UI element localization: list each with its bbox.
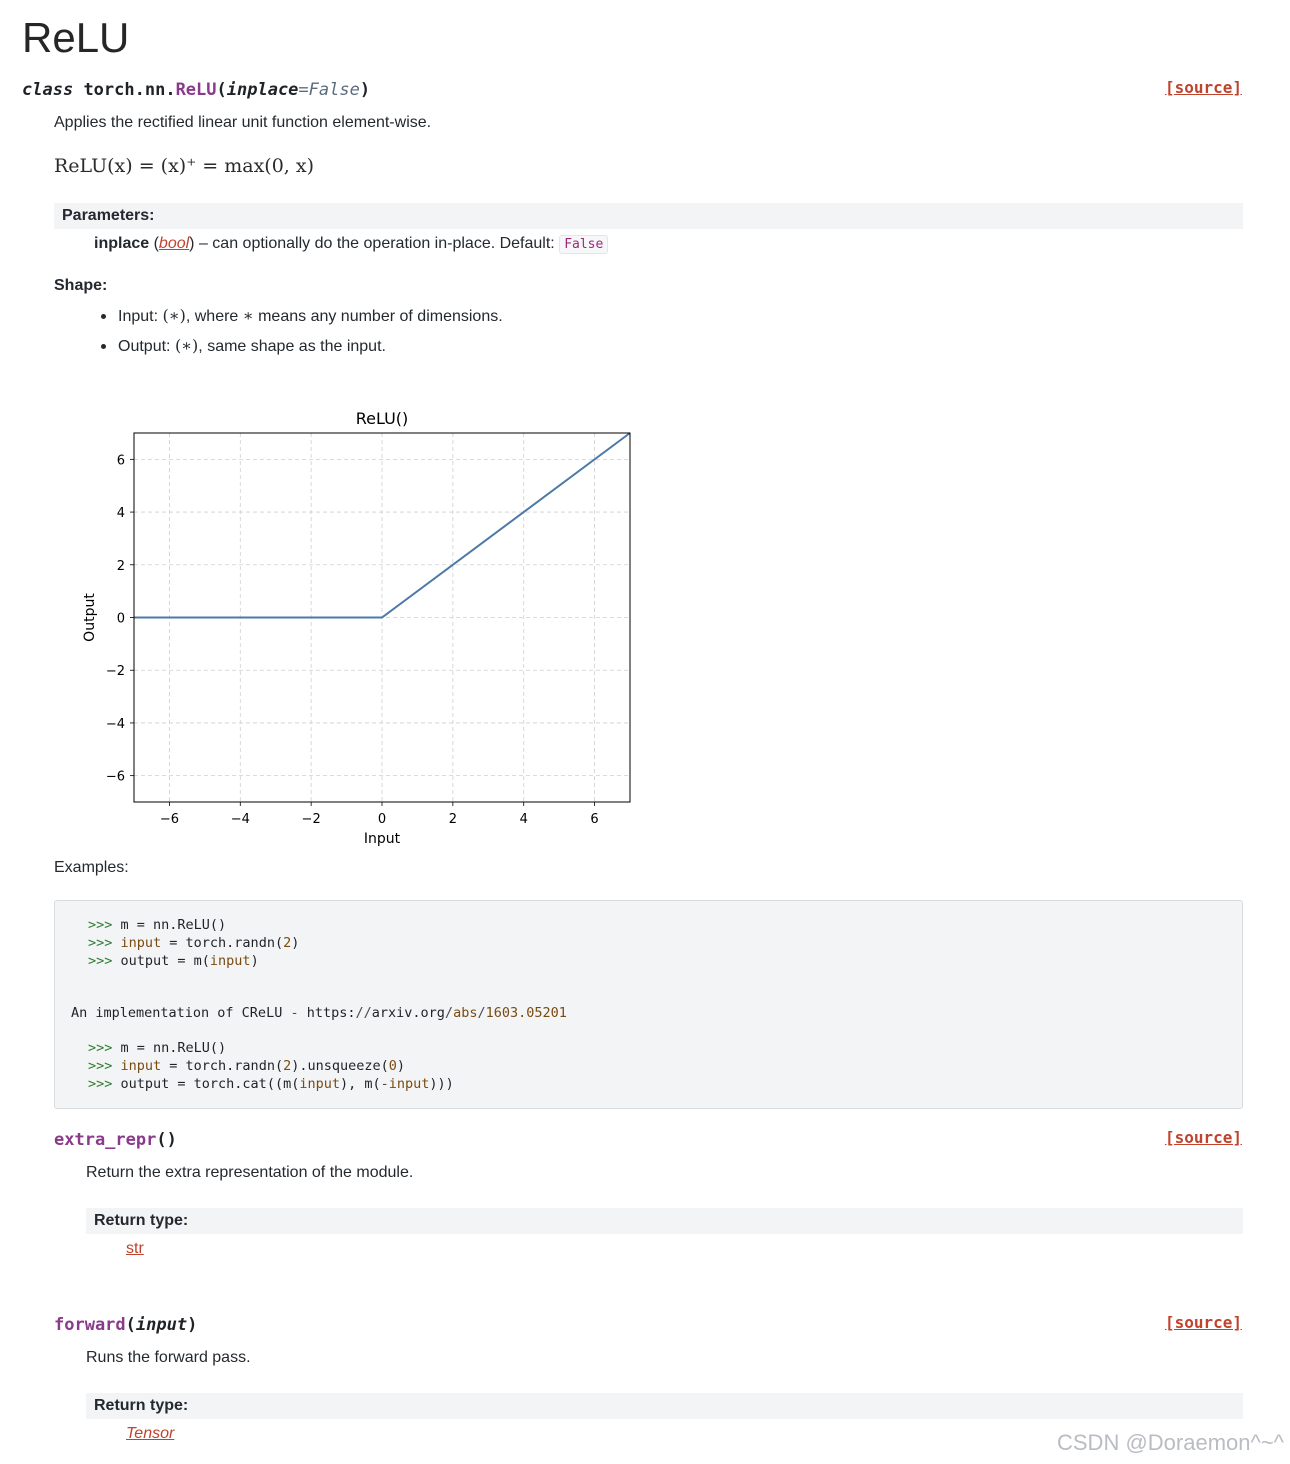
module-path: torch.nn.: [83, 80, 176, 100]
type-paren-close: ): [189, 235, 195, 252]
x-tick-label: 0: [378, 812, 386, 827]
y-tick-label: −2: [106, 664, 125, 679]
watermark-text: CSDN @Doraemon^~^: [1057, 1430, 1284, 1455]
y-tick-label: 0: [117, 612, 125, 627]
example-code-block: >>> m = nn.ReLU() >>> input = torch.randn…: [54, 900, 1243, 1109]
class-description: Applies the rectified linear unit functi…: [54, 114, 432, 131]
y-tick-label: 2: [117, 559, 125, 574]
x-axis-label: Input: [364, 831, 401, 847]
shape-item-input: Input: (∗), where ∗ means any number of …: [118, 306, 503, 326]
param-name: inplace: [94, 235, 150, 252]
param-default: False: [308, 80, 360, 100]
creLU-note: An implementation of CReLU - https://arx…: [71, 1005, 567, 1021]
y-tick-label: −4: [106, 717, 125, 732]
code-snippet-1: >>> m = nn.ReLU() >>> input = torch.randn…: [88, 916, 299, 970]
equals-sign: =: [298, 80, 309, 100]
class-signature: class torch.nn.ReLU(inplace=False): [22, 80, 370, 100]
return-type-link[interactable]: Tensor: [126, 1425, 174, 1443]
bullet: [101, 344, 106, 349]
x-tick-label: 4: [520, 812, 528, 827]
method-name: forward: [54, 1315, 126, 1335]
shape-item-output: Output: (∗), same shape as the input.: [118, 336, 386, 356]
shape-input-math: (∗): [162, 306, 186, 325]
source-link[interactable]: [source]: [1165, 1128, 1242, 1147]
source-link[interactable]: [source]: [1165, 78, 1242, 97]
class-keyword: class: [22, 80, 74, 100]
x-tick-label: −4: [231, 812, 250, 827]
code-line: >>> m = nn.ReLU(): [88, 917, 227, 933]
code-line: >>> output = m(input): [88, 953, 259, 969]
y-tick-label: −6: [106, 770, 125, 785]
x-tick-label: −2: [302, 812, 321, 827]
method-description: Runs the forward pass.: [86, 1349, 251, 1366]
y-tick-label: 6: [117, 453, 125, 468]
method-parens: (): [156, 1130, 177, 1150]
page-title: ReLU: [22, 14, 130, 61]
shape-input-rest: , where: [185, 308, 239, 325]
shape-heading: Shape:: [54, 277, 108, 294]
y-axis-label: Output: [82, 593, 98, 642]
parameters-heading: Parameters:: [54, 203, 1243, 229]
method-description: Return the extra representation of the m…: [86, 1164, 414, 1181]
source-link[interactable]: [source]: [1165, 1313, 1242, 1332]
shape-output-rest: , same shape as the input.: [198, 338, 386, 355]
code-line: >>> output = torch.cat((m(input), m(-inp…: [88, 1076, 454, 1092]
x-tick-label: 6: [590, 812, 598, 827]
relu-chart: −6 −4 −2 0 2 4 6 −6 −4 −2 0 2 4 6 ReLU() Input Output: [82, 409, 631, 847]
method-param: input: [135, 1315, 188, 1335]
param-inplace: inplace: [226, 80, 299, 100]
relu-formula: ReLU(x) = (x)⁺ = max(0, x): [54, 155, 315, 177]
shape-input-label: Input:: [118, 308, 159, 325]
code-snippet-2: >>> m = nn.ReLU() >>> input = torch.randn…: [88, 1039, 454, 1093]
class-name: ReLU: [175, 80, 217, 100]
paren-open: (: [216, 80, 227, 100]
shape-input-tail: means any number of dimensions.: [258, 308, 503, 325]
examples-heading: Examples:: [54, 859, 129, 876]
method-name: extra_repr: [54, 1130, 157, 1150]
shape-input-star: ∗: [242, 306, 254, 325]
paren-close: ): [359, 80, 371, 100]
param-description: – can optionally do the operation in-pla…: [198, 235, 555, 252]
chart-title: ReLU(): [356, 409, 409, 428]
shape-output-label: Output:: [118, 338, 171, 355]
return-type-heading: Return type:: [86, 1208, 1243, 1234]
code-line: >>> m = nn.ReLU(): [88, 1040, 227, 1056]
y-tick-label: 4: [117, 506, 125, 521]
x-tick-label: 2: [449, 812, 457, 827]
parameter-inplace: inplace (bool) – can optionally do the o…: [94, 235, 609, 254]
method-paren-close: ): [187, 1315, 198, 1335]
return-type-heading: Return type:: [86, 1393, 1243, 1419]
code-line: >>> input = torch.randn(2): [88, 935, 300, 951]
method-paren-open: (: [125, 1315, 136, 1335]
x-tick-label: −6: [160, 812, 179, 827]
method-signature-extra-repr: extra_repr(): [54, 1130, 177, 1150]
return-type-link[interactable]: str: [126, 1240, 144, 1258]
shape-output-math: (∗): [174, 336, 199, 355]
code-line: >>> input = torch.randn(2).unsqueeze(0): [88, 1058, 406, 1074]
bullet: [101, 314, 106, 319]
bool-type-link[interactable]: bool: [159, 235, 189, 252]
method-signature-forward: forward(input): [54, 1315, 197, 1335]
default-value: False: [559, 235, 609, 254]
